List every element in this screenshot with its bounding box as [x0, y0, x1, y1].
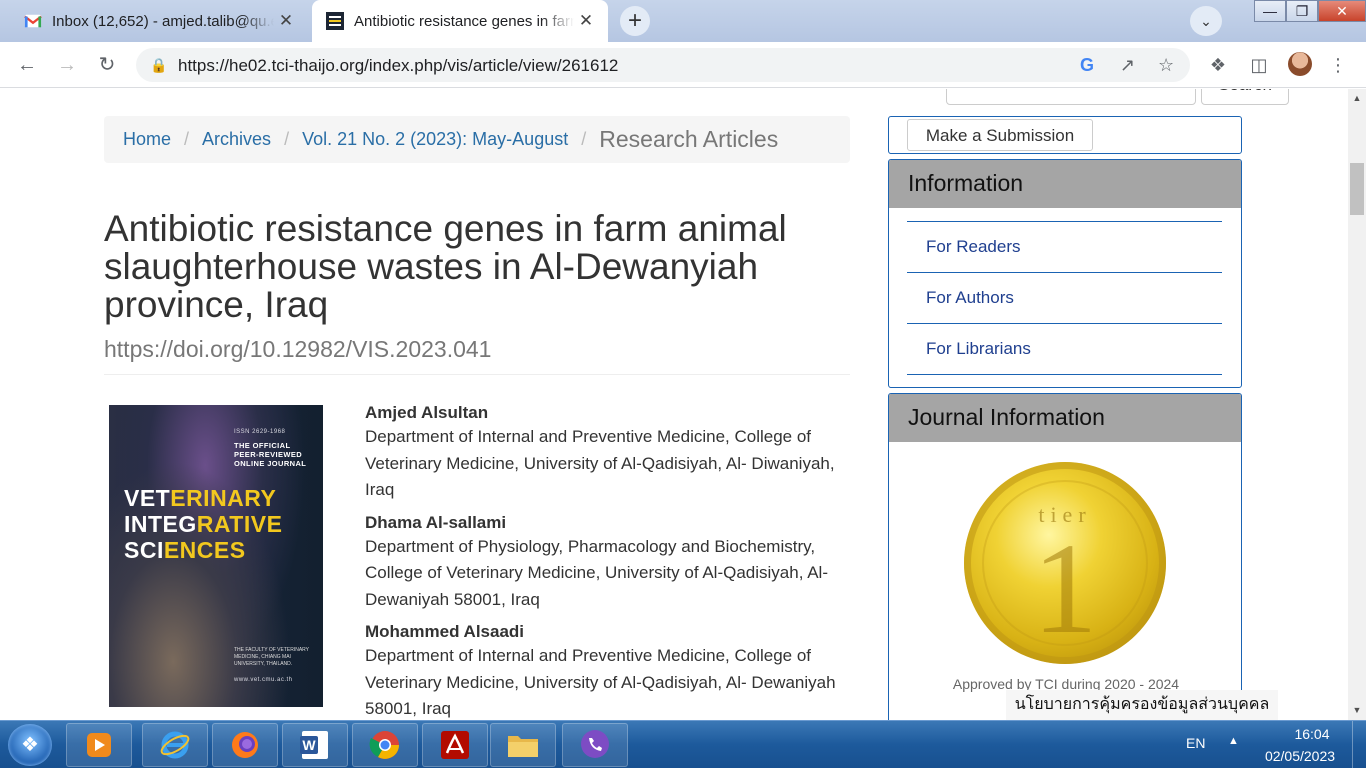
search-input[interactable] — [946, 89, 1196, 105]
start-button-windows-icon[interactable]: ❖ — [8, 724, 52, 766]
forward-arrow-icon[interactable]: → — [52, 50, 82, 80]
tab-gmail-inbox[interactable]: Inbox (12,652) - amjed.talib@qu.edu.iq ✕ — [10, 0, 308, 42]
breadcrumb-separator: / — [284, 129, 290, 149]
window-close-button[interactable]: ✕ — [1318, 0, 1366, 22]
side-panel-icon[interactable]: ◫ — [1246, 52, 1272, 78]
author-name: Amjed Alsultan — [365, 403, 489, 422]
breadcrumb-home[interactable]: Home — [123, 129, 171, 150]
doi-link[interactable]: https://doi.org/10.12982/VIS.2023.041 — [104, 336, 491, 363]
breadcrumb-archives[interactable]: Archives — [202, 129, 271, 150]
reload-icon[interactable]: ↻ — [92, 50, 122, 80]
tab-close-icon[interactable]: ✕ — [274, 11, 298, 31]
breadcrumb: Home / Archives / Vol. 21 No. 2 (2023): … — [104, 116, 850, 163]
show-desktop-button[interactable] — [1352, 721, 1366, 769]
breadcrumb-current: Research Articles — [599, 126, 779, 152]
minimize-button[interactable]: — — [1254, 0, 1286, 22]
tray-overflow-arrow-icon[interactable]: ▲ — [1228, 735, 1239, 747]
google-translate-icon[interactable]: G — [1080, 55, 1094, 76]
bookmark-star-icon[interactable]: ☆ — [1158, 55, 1174, 76]
cover-faculty: THE FACULTY OF VETERINARY MEDICINE, CHIA… — [234, 647, 309, 667]
new-tab-button[interactable]: + — [620, 6, 650, 36]
share-icon[interactable]: ↗ — [1120, 55, 1135, 76]
clock-time[interactable]: 16:04 — [1282, 726, 1342, 742]
scroll-up-arrow-icon[interactable]: ▲ — [1348, 93, 1366, 103]
cover-brand-line: VETERINARY — [124, 485, 277, 511]
author-affiliation: Department of Internal and Preventive Me… — [365, 427, 835, 499]
journal-cover-image[interactable]: ISSN 2629-1968 THE OFFICIAL PEER-REVIEWE… — [109, 405, 323, 707]
svg-text:W: W — [302, 737, 316, 753]
link-for-authors[interactable]: For Authors — [907, 273, 1222, 324]
page-scrollbar[interactable]: ▲ ▼ — [1348, 89, 1366, 720]
url-text: https://he02.tci-thaijo.org/index.php/vi… — [178, 56, 619, 75]
extensions-puzzle-icon[interactable]: ❖ — [1205, 52, 1231, 78]
profile-avatar[interactable] — [1288, 52, 1312, 76]
author-entry: Dhama Al-sallami Department of Physiolog… — [365, 512, 857, 614]
input-language[interactable]: EN — [1186, 735, 1205, 751]
file-explorer-icon[interactable] — [490, 723, 556, 767]
back-arrow-icon[interactable]: ← — [12, 50, 42, 80]
tab-article[interactable]: Antibiotic resistance genes in farm anim… — [312, 0, 608, 42]
cover-website: www.vet.cmu.ac.th — [234, 677, 293, 683]
tab-search-chevron-icon[interactable]: ⌄ — [1190, 6, 1222, 36]
author-affiliation: Department of Physiology, Pharmacology a… — [365, 536, 828, 609]
breadcrumb-separator: / — [184, 129, 190, 149]
make-submission-button[interactable]: Make a Submission — [907, 119, 1093, 151]
web-page: Search Home / Archives / Vol. 21 No. 2 (… — [0, 89, 1348, 720]
windows-taskbar: ❖ W EN ▲ 16:04 02/05/2023 — [0, 720, 1366, 769]
internet-explorer-icon[interactable] — [142, 723, 208, 767]
tci-tier-1-medal-icon: tier 1 — [964, 462, 1166, 664]
author-entry: Amjed Alsultan Department of Internal an… — [365, 402, 857, 504]
author-affiliation: Department of Internal and Preventive Me… — [365, 646, 836, 718]
journal-information-heading: Journal Information — [889, 394, 1241, 442]
browser-tab-strip: Inbox (12,652) - amjed.talib@qu.edu.iq ✕… — [0, 0, 1366, 42]
window-controls: — ❐ ✕ — [1254, 0, 1366, 22]
journal-favicon — [326, 12, 344, 30]
breadcrumb-issue[interactable]: Vol. 21 No. 2 (2023): May-August — [302, 129, 568, 150]
viber-icon[interactable] — [562, 723, 628, 767]
journal-information-panel: Journal Information tier 1 Approved by T… — [888, 393, 1242, 720]
cover-brand-line: SCIENCES — [124, 537, 246, 563]
author-list: Amjed Alsultan Department of Internal an… — [365, 402, 857, 720]
author-entry: Mohammed Alsaadi Department of Internal … — [365, 621, 857, 720]
link-for-librarians[interactable]: For Librarians — [907, 324, 1222, 375]
lock-icon[interactable]: 🔒 — [150, 57, 167, 74]
privacy-policy-link[interactable]: นโยบายการคุ้มครองข้อมูลส่วนบุคคล — [1006, 690, 1278, 720]
tab-title: Antibiotic resistance genes in farm anim… — [354, 12, 574, 30]
author-name: Mohammed Alsaadi — [365, 622, 525, 641]
scroll-thumb[interactable] — [1350, 163, 1364, 215]
chrome-menu-icon[interactable]: ⋮ — [1325, 52, 1351, 78]
browser-toolbar: ← → ↻ 🔒 https://he02.tci-thaijo.org/inde… — [0, 42, 1366, 88]
cover-tagline: THE OFFICIAL PEER-REVIEWED ONLINE JOURNA… — [234, 441, 307, 468]
chrome-icon[interactable] — [352, 723, 418, 767]
cover-brand-line: INTEGRATIVE — [124, 511, 283, 537]
word-icon[interactable]: W — [282, 723, 348, 767]
link-for-readers[interactable]: For Readers — [907, 222, 1222, 273]
media-player-icon[interactable] — [66, 723, 132, 767]
article-title: Antibiotic resistance genes in farm anim… — [104, 208, 787, 325]
firefox-icon[interactable] — [212, 723, 278, 767]
divider — [104, 374, 850, 375]
acrobat-reader-icon[interactable] — [422, 723, 488, 767]
scroll-down-arrow-icon[interactable]: ▼ — [1348, 705, 1366, 715]
gmail-icon — [24, 14, 42, 28]
address-bar[interactable]: 🔒 https://he02.tci-thaijo.org/index.php/… — [136, 48, 1190, 82]
tab-close-icon[interactable]: ✕ — [574, 11, 598, 31]
submission-block: Make a Submission — [888, 116, 1242, 154]
information-links: For Readers For Authors For Librarians — [907, 221, 1222, 375]
tab-title: Inbox (12,652) - amjed.talib@qu.edu.iq — [52, 12, 274, 30]
author-name: Dhama Al-sallami — [365, 512, 507, 532]
information-heading: Information — [889, 160, 1241, 208]
cover-issn: ISSN 2629-1968 — [234, 429, 286, 435]
clock-date[interactable]: 02/05/2023 — [1257, 748, 1343, 764]
medal-tier-number: 1 — [1032, 517, 1098, 661]
breadcrumb-separator: / — [581, 129, 587, 149]
restore-button[interactable]: ❐ — [1286, 0, 1318, 22]
search-button[interactable]: Search — [1201, 89, 1289, 105]
information-panel: Information For Readers For Authors For … — [888, 159, 1242, 388]
